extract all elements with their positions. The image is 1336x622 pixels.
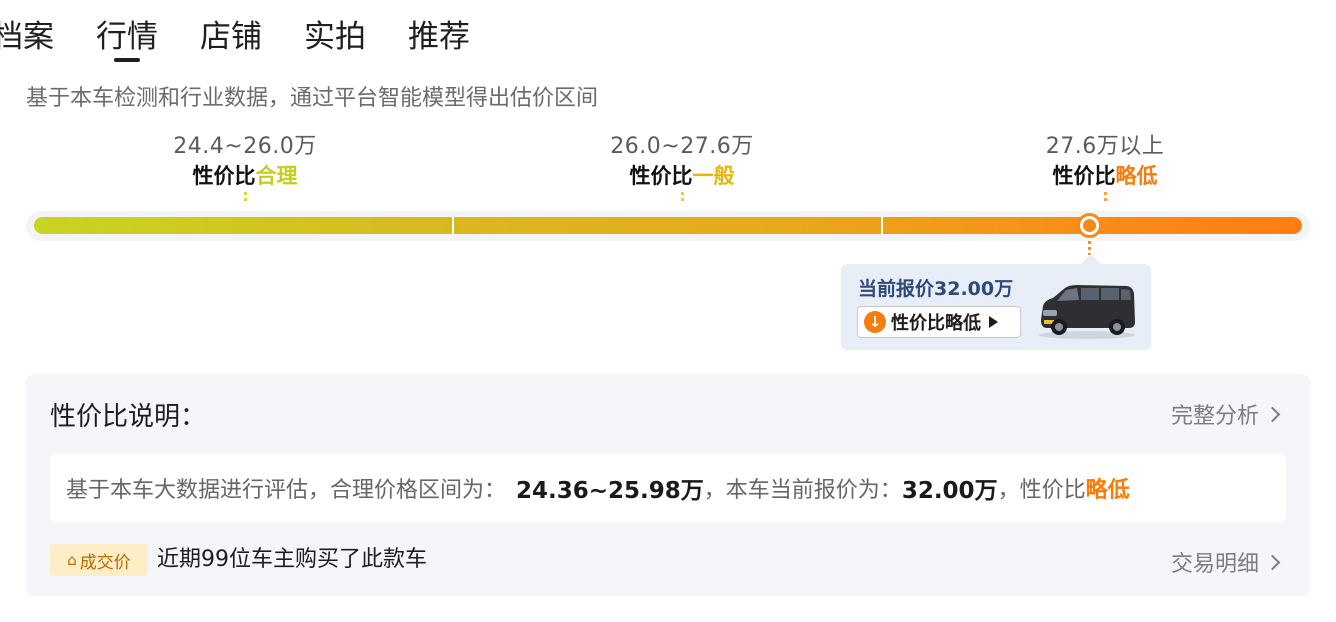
chevron-right-icon — [1264, 554, 1281, 570]
ratio-prefix: 性价比 — [192, 164, 256, 188]
current-price-value: 32.00万 — [901, 478, 998, 504]
range-ratio: 性价比略低 — [990, 162, 1220, 190]
panel-title: 性价比说明： — [50, 402, 207, 432]
explain-text-2: ，本车当前报价为： — [703, 478, 902, 503]
range-low: 27.6万以上 性价比略低 — [990, 132, 1220, 202]
ratio-level: 合理 — [255, 164, 298, 188]
arrow-down-circle-icon: ↓ — [864, 311, 886, 333]
valuation-subtitle: 基于本车检测和行业数据，通过平台智能模型得出估价区间 — [26, 86, 599, 111]
play-arrow-icon — [989, 316, 998, 328]
range-price: 27.6万以上 — [1045, 134, 1165, 159]
full-analysis-label: 完整分析 — [1170, 404, 1259, 429]
range-average: 26.0~27.6万 性价比一般 — [567, 132, 797, 202]
explain-text-3: ，性价比 — [997, 478, 1086, 503]
full-analysis-link[interactable]: 完整分析 — [1170, 398, 1281, 430]
range-reasonable: 24.4~26.0万 性价比合理 — [130, 132, 360, 202]
range-pointer-dots — [243, 192, 247, 202]
current-price-card: 当前报价32.00万 ↓ 性价比略低 — [841, 254, 1151, 350]
tab-store[interactable]: 店铺 — [200, 14, 262, 60]
value-rating-text: 性价比略低 — [891, 313, 981, 334]
range-ratio: 性价比合理 — [130, 162, 360, 190]
transaction-detail-link[interactable]: 交易明细 — [1170, 546, 1281, 578]
tab-bar: 档案 行情 店铺 实拍 推荐 — [0, 14, 512, 64]
ratio-prefix: 性价比 — [629, 164, 693, 188]
current-price-marker — [1077, 213, 1102, 238]
price-bar — [34, 217, 1302, 234]
tab-photos[interactable]: 实拍 — [304, 14, 366, 60]
range-price: 24.4~26.0万 — [173, 134, 317, 159]
van-icon — [1039, 285, 1135, 339]
current-price-label: 当前报价32.00万 — [858, 278, 1014, 300]
range-pointer-dots — [680, 192, 684, 202]
range-price: 26.0~27.6万 — [610, 134, 754, 159]
explanation-box: 基于本车大数据进行评估，合理价格区间为： 24.36~25.98万 ，本车当前报… — [50, 454, 1286, 522]
tab-recommend[interactable]: 推荐 — [408, 14, 470, 60]
range-ratio: 性价比一般 — [567, 162, 797, 190]
transaction-detail-label: 交易明细 — [1170, 552, 1259, 577]
chevron-right-icon — [1264, 406, 1281, 422]
tab-market[interactable]: 行情 — [96, 14, 158, 60]
deal-badge-label: 成交价 — [79, 552, 131, 573]
range-pointer-dots — [1103, 192, 1107, 202]
value-level: 略低 — [1085, 478, 1130, 503]
ratio-prefix: 性价比 — [1052, 164, 1116, 188]
recent-deals-text: 近期99位车主购买了此款车 — [157, 547, 427, 572]
marker-pointer-dots — [1088, 241, 1091, 255]
deal-price-badge: ⌂ 成交价 — [50, 544, 148, 576]
value-rating-button[interactable]: ↓ 性价比略低 — [857, 306, 1021, 338]
value-explanation-panel: 性价比说明： 完整分析 基于本车大数据进行评估，合理价格区间为： 24.36~2… — [26, 374, 1310, 596]
ratio-level: 略低 — [1115, 164, 1158, 188]
bar-separator — [881, 217, 883, 234]
tab-archive[interactable]: 档案 — [0, 14, 54, 60]
reasonable-range: 24.36~25.98万 — [516, 478, 704, 504]
price-tag-icon: ⌂ — [67, 551, 77, 569]
ratio-level: 一般 — [692, 164, 735, 188]
explain-text-1: 基于本车大数据进行评估，合理价格区间为： — [66, 478, 507, 503]
bar-separator — [452, 217, 454, 234]
